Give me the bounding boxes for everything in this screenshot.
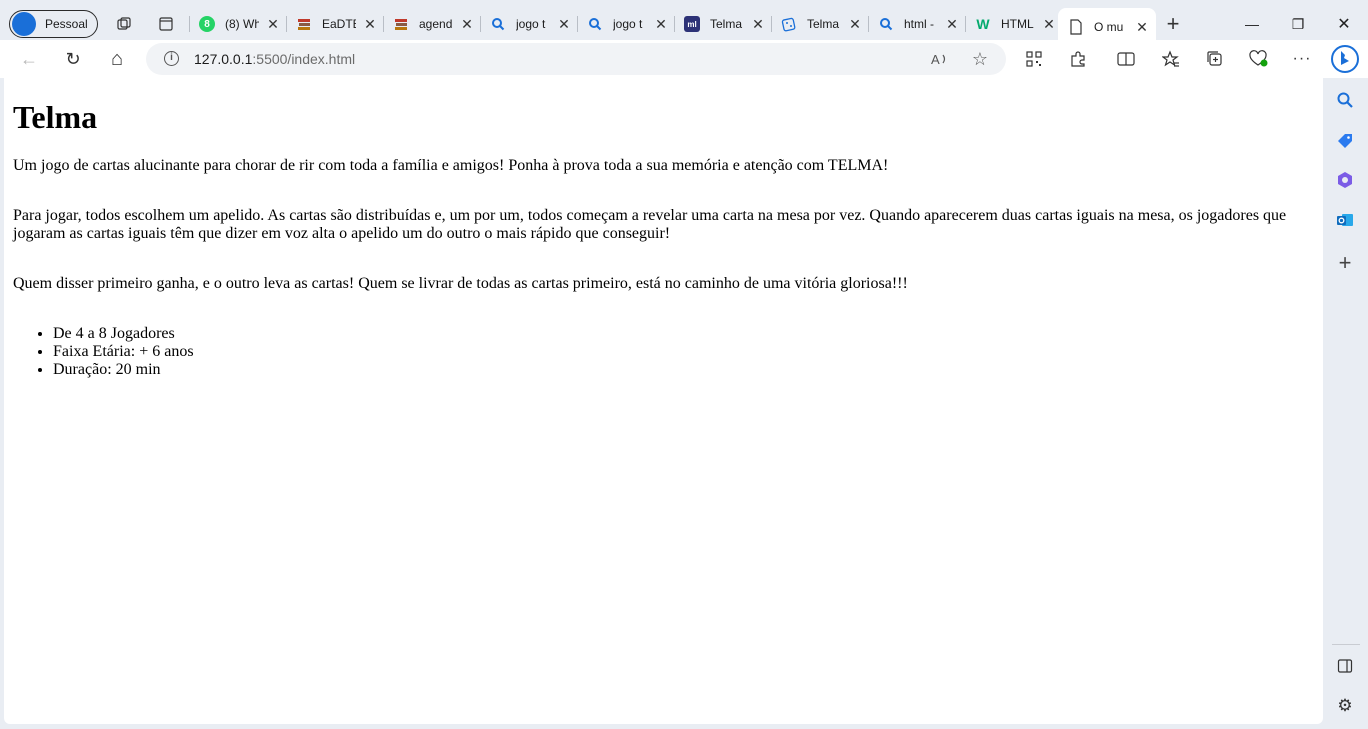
tab-title: Telma	[807, 17, 840, 31]
more-options-icon[interactable]: ···	[1290, 47, 1314, 71]
sidebar-settings-icon[interactable]: ⚙	[1335, 696, 1355, 716]
close-tab-icon[interactable]: ✕	[556, 16, 572, 33]
ml-icon: ml	[684, 16, 700, 32]
extensions-icon[interactable]	[1066, 47, 1090, 71]
tab-title: (8) Wh	[225, 17, 259, 31]
tab-eadte[interactable]: EaDTE ✕	[286, 10, 382, 38]
book-stack-icon	[393, 16, 409, 32]
favorite-star-icon[interactable]: ☆	[970, 49, 990, 69]
tab-whatsapp[interactable]: 8 (8) Wh ✕	[189, 10, 285, 38]
edge-sidebar: + ⚙	[1325, 78, 1368, 729]
w3schools-icon: W	[976, 16, 990, 32]
sidebar-divider	[1332, 644, 1360, 645]
close-tab-icon[interactable]: ✕	[459, 16, 475, 33]
reload-button[interactable]: ↻	[61, 47, 85, 71]
close-tab-icon[interactable]: ✕	[1041, 16, 1057, 33]
tab-title: O mu	[1094, 20, 1124, 34]
profile-button[interactable]: Pessoal	[9, 10, 98, 38]
line-break	[13, 243, 1314, 275]
tab-title: agend	[419, 17, 453, 31]
page-content: Telma Um jogo de cartas alucinante para …	[4, 78, 1323, 724]
intro-paragraph: Um jogo de cartas alucinante para chorar…	[13, 157, 889, 174]
list-item: Duração: 20 min	[53, 361, 1314, 379]
tab-title: html -	[904, 17, 934, 31]
tab-search-jogo-2[interactable]: jogo t ✕	[577, 10, 673, 38]
dice-icon	[781, 16, 797, 32]
sidebar-shopping-icon[interactable]	[1335, 131, 1355, 151]
sidebar-copilot-icon[interactable]	[1335, 170, 1355, 190]
read-aloud-icon[interactable]: A	[930, 49, 950, 69]
qr-code-icon[interactable]	[1022, 47, 1046, 71]
line-break	[13, 175, 1314, 207]
tab-telma-2[interactable]: Telma ✕	[771, 10, 867, 38]
tab-title: HTML	[1001, 17, 1034, 31]
restore-button[interactable]: ❐	[1286, 12, 1310, 36]
tab-telma-ml[interactable]: ml Telma ✕	[674, 10, 770, 38]
browser-essentials-icon[interactable]	[1247, 47, 1271, 71]
close-tab-icon[interactable]: ✕	[653, 16, 669, 33]
page-title: Telma	[13, 99, 98, 135]
page-icon	[1068, 19, 1084, 35]
tab-agenda[interactable]: agend ✕	[383, 10, 479, 38]
whatsapp-icon: 8	[199, 16, 215, 32]
url-host: 127.0.0.1	[194, 51, 253, 67]
address-bar[interactable]: i 127.0.0.1:5500/index.html A ☆	[146, 43, 1006, 75]
profile-name: Pessoal	[45, 17, 88, 31]
sidebar-outlook-icon[interactable]	[1335, 210, 1355, 230]
home-button[interactable]: ⌂	[105, 47, 129, 71]
profile-avatar	[12, 12, 36, 36]
close-tab-icon[interactable]: ✕	[944, 16, 960, 33]
url-path: :5500/index.html	[252, 51, 356, 67]
sidebar-search-icon[interactable]	[1335, 90, 1355, 110]
favorites-icon[interactable]	[1159, 47, 1183, 71]
list-item: Faixa Etária: + 6 anos	[53, 343, 1314, 361]
close-tab-icon[interactable]: ✕	[847, 16, 863, 33]
tab-search-html[interactable]: html - ✕	[868, 10, 964, 38]
list-item: De 4 a 8 Jogadores	[53, 325, 1314, 343]
search-icon	[878, 16, 894, 32]
svg-text:A: A	[931, 52, 940, 67]
back-button[interactable]: ←	[17, 47, 41, 71]
close-tab-icon[interactable]: ✕	[750, 16, 766, 33]
search-icon	[587, 16, 603, 32]
window-close-button[interactable]: ✕	[1332, 12, 1356, 36]
tab-title: jogo t	[516, 17, 546, 31]
book-stack-icon	[296, 16, 312, 32]
close-tab-icon[interactable]: ✕	[362, 16, 378, 33]
workspaces-icon[interactable]	[112, 12, 136, 36]
tab-title: jogo t	[613, 17, 643, 31]
tab-search-jogo-1[interactable]: jogo t ✕	[480, 10, 576, 38]
search-icon	[490, 16, 506, 32]
game-info-list: De 4 a 8 Jogadores Faixa Etária: + 6 ano…	[13, 325, 1314, 379]
tab-actions-icon[interactable]	[154, 12, 178, 36]
tab-title: EaDTE	[322, 17, 356, 31]
sidebar-hide-icon[interactable]	[1335, 656, 1355, 676]
minimize-button[interactable]: —	[1240, 12, 1264, 36]
split-screen-icon[interactable]	[1114, 47, 1138, 71]
tab-w3schools-html[interactable]: W HTML ✕	[965, 10, 1057, 38]
new-tab-button[interactable]: +	[1161, 11, 1185, 36]
winner-paragraph: Quem disser primeiro ganha, e o outro le…	[13, 275, 908, 292]
close-tab-icon[interactable]: ✕	[265, 16, 281, 33]
close-tab-icon[interactable]: ✕	[1134, 19, 1150, 36]
collections-icon[interactable]	[1203, 47, 1227, 71]
browser-toolbar: ← ↻ ⌂ i 127.0.0.1:5500/index.html A ☆ ··…	[0, 40, 1368, 78]
bing-copilot-icon[interactable]	[1330, 44, 1360, 74]
sidebar-add-icon[interactable]: +	[1335, 250, 1355, 275]
address-url[interactable]: 127.0.0.1:5500/index.html	[194, 51, 355, 67]
site-info-icon[interactable]: i	[164, 51, 179, 66]
tab-title: Telma	[710, 17, 743, 31]
rules-paragraph: Para jogar, todos escolhem um apelido. A…	[13, 207, 1287, 242]
